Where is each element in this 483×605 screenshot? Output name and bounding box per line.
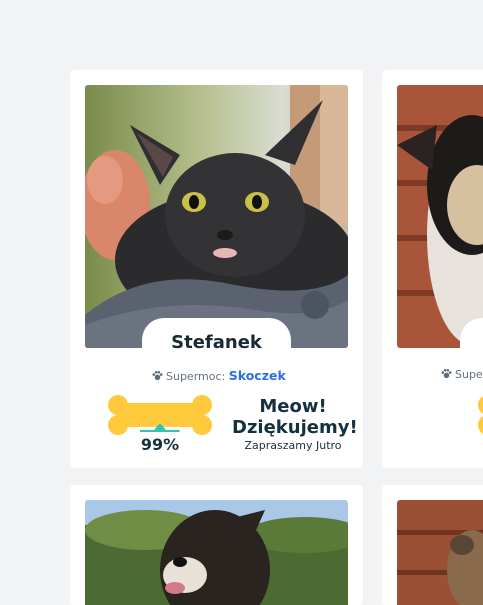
pet-card-stefanek[interactable]: Stefanek Supermoc: Skoczek 99% Meow! Dzi… [70,70,363,468]
pet-photo-dog[interactable] [397,85,483,348]
thanks-line-2: Dziękujemy! [232,417,358,438]
pet-photo-dog-3[interactable] [85,500,348,605]
pet-card-2[interactable]: Supe [382,70,483,468]
bone-icon [478,396,483,434]
bone-progress-2 [478,395,483,437]
pet-card-4[interactable] [382,485,483,605]
thanks-subline: Zapraszamy Jutro [244,439,342,452]
thanks-heading: Meow! Dziękujemy! [232,396,358,438]
pet-name: Stefanek [171,332,262,353]
superpower-label-2: Supe [455,368,483,381]
progress-percent: 99% [140,435,180,454]
dog-photo-image-4 [397,500,483,605]
progress-fill [140,430,180,432]
pet-photo-dog-4[interactable] [397,500,483,605]
dog-photo-image-3 [85,500,348,605]
superpower-label: Supermoc: [166,370,226,383]
pet-name-tab: Stefanek [142,318,291,358]
thanks-line-1: Meow! [259,396,327,417]
paw-icon [441,368,452,382]
cat-photo-image [85,85,348,348]
bone-icon [108,395,212,435]
dog-photo-image [397,85,483,348]
superpower-line-2: Supe [441,368,483,382]
superpower-line: Supermoc: Skoczek [152,368,286,384]
paw-icon [152,370,163,384]
bone-progress [108,395,212,437]
pet-card-3[interactable] [70,485,363,605]
superpower-value: Skoczek [228,368,286,383]
pet-photo-cat[interactable] [85,85,348,348]
